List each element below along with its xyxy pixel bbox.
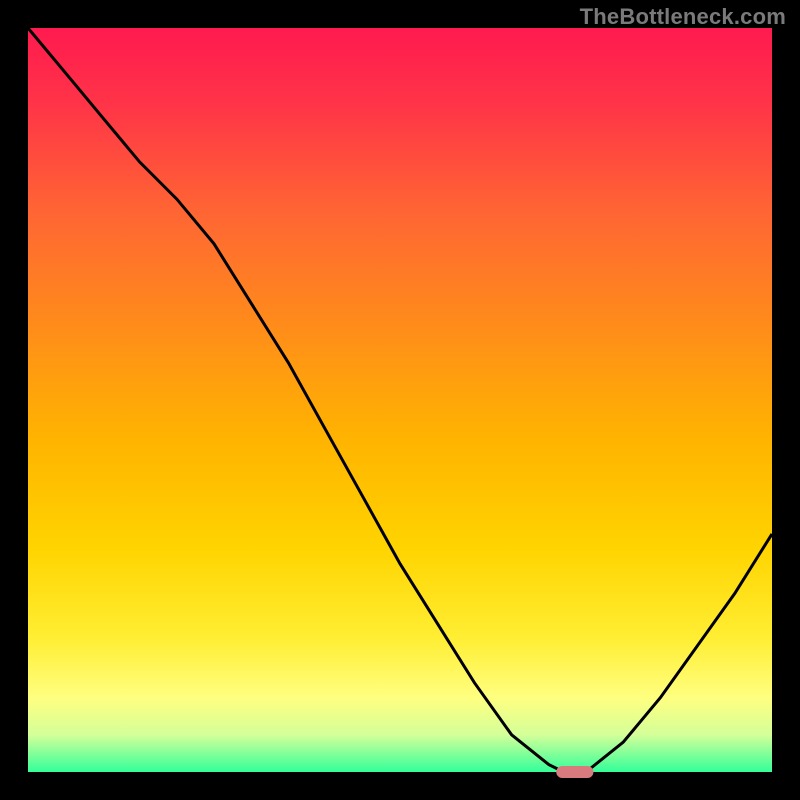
optimal-range-marker xyxy=(556,766,593,778)
chart-gradient-background xyxy=(28,28,772,772)
chart-svg xyxy=(0,0,800,800)
watermark-text: TheBottleneck.com xyxy=(580,4,786,30)
bottleneck-chart: TheBottleneck.com xyxy=(0,0,800,800)
